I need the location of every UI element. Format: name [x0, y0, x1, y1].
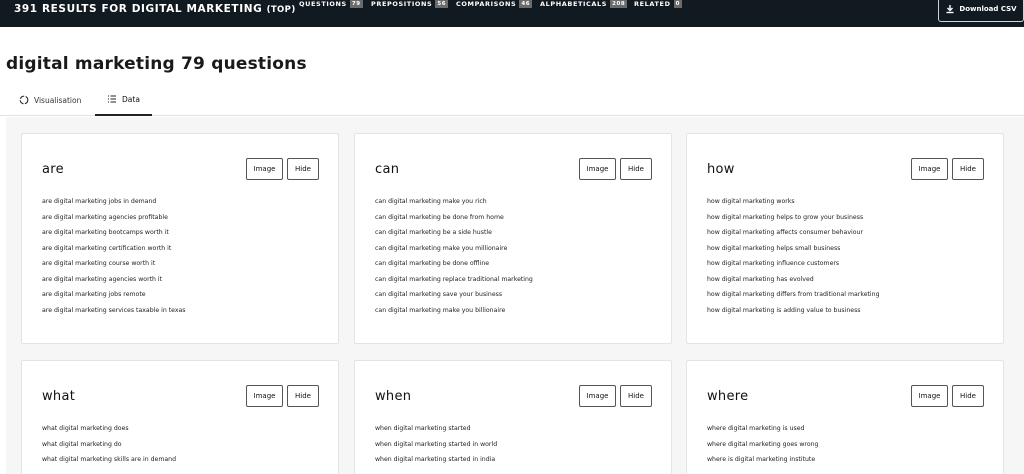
question-item[interactable]: where digital marketing goes wrong: [707, 441, 818, 457]
question-item[interactable]: are digital marketing course worth it: [42, 260, 186, 276]
image-button[interactable]: Image: [246, 158, 283, 180]
card-heading: what: [42, 389, 76, 404]
question-card-how: how Image Hide how digital marketing wor…: [686, 133, 1004, 344]
question-card-can: can Image Hide can digital marketing mak…: [354, 133, 672, 344]
question-item[interactable]: where is digital marketing institute: [707, 456, 818, 472]
question-list: are digital marketing jobs in demand are…: [42, 198, 186, 322]
results-text: 391 RESULTS FOR DIGITAL MARKETING: [14, 3, 263, 15]
question-item[interactable]: can digital marketing make you billionai…: [375, 307, 533, 323]
question-item[interactable]: what digital marketing does: [42, 425, 176, 441]
question-item[interactable]: can digital marketing be a side hustle: [375, 229, 533, 245]
question-item[interactable]: can digital marketing be done from home: [375, 214, 533, 230]
hide-button[interactable]: Hide: [952, 158, 984, 180]
results-suffix: (TOP): [266, 5, 296, 15]
question-list: can digital marketing make you rich can …: [375, 198, 533, 322]
image-button[interactable]: Image: [579, 158, 616, 180]
download-icon: [946, 5, 954, 14]
question-item[interactable]: are digital marketing agencies profitabl…: [42, 214, 186, 230]
nav-tab-alphabeticals[interactable]: ALPHABETICALS 208: [540, 0, 628, 8]
question-list: what digital marketing does what digital…: [42, 425, 176, 472]
hide-button[interactable]: Hide: [952, 385, 984, 407]
nav-tab-label: PREPOSITIONS: [371, 0, 433, 8]
question-item[interactable]: how digital marketing influence customer…: [707, 260, 880, 276]
circle-chart-icon: [19, 95, 29, 105]
question-item[interactable]: can digital marketing be done offline: [375, 260, 533, 276]
question-item[interactable]: when digital marketing started in india: [375, 456, 497, 472]
question-item[interactable]: are digital marketing services taxable i…: [42, 307, 186, 323]
question-item[interactable]: can digital marketing make you rich: [375, 198, 533, 214]
tab-data-label: Data: [122, 94, 140, 104]
question-item[interactable]: what digital marketing skills are in dem…: [42, 456, 176, 472]
question-item[interactable]: how digital marketing has evolved: [707, 276, 880, 292]
hide-button[interactable]: Hide: [620, 158, 652, 180]
nav-tab-questions[interactable]: QUESTIONS 79: [299, 0, 363, 8]
card-heading: how: [707, 162, 735, 177]
view-tabs: Visualisation Data: [0, 84, 1024, 116]
question-item[interactable]: are digital marketing jobs remote: [42, 291, 186, 307]
download-csv-label: Download CSV: [959, 5, 1017, 13]
image-button[interactable]: Image: [579, 385, 616, 407]
tab-visualisation[interactable]: Visualisation: [19, 84, 81, 116]
card-heading: where: [707, 389, 749, 404]
nav-tab-comparisons[interactable]: COMPARISONS 46: [456, 0, 533, 8]
hide-button[interactable]: Hide: [287, 385, 319, 407]
tab-visualisation-label: Visualisation: [34, 95, 82, 105]
question-item[interactable]: can digital marketing replace traditiona…: [375, 276, 533, 292]
nav-tab-prepositions[interactable]: PREPOSITIONS 56: [371, 0, 449, 8]
page-title: digital marketing 79 questions: [6, 54, 307, 74]
question-card-where: where Image Hide where digital marketing…: [686, 360, 1004, 474]
question-item[interactable]: how digital marketing helps small busine…: [707, 245, 880, 261]
nav-tab-count: 46: [519, 0, 533, 8]
results-summary: 391 RESULTS FOR DIGITAL MARKETING (TOP): [14, 3, 296, 15]
nav-tab-label: RELATED: [634, 0, 671, 8]
hide-button[interactable]: Hide: [287, 158, 319, 180]
hide-button[interactable]: Hide: [620, 385, 652, 407]
question-item[interactable]: how digital marketing is adding value to…: [707, 307, 880, 323]
top-bar: 391 RESULTS FOR DIGITAL MARKETING (TOP) …: [0, 0, 1024, 27]
nav-tab-label: COMPARISONS: [456, 0, 517, 8]
question-item[interactable]: can digital marketing save your business: [375, 291, 533, 307]
question-item[interactable]: how digital marketing differs from tradi…: [707, 291, 880, 307]
card-heading: are: [42, 162, 64, 177]
question-list: where digital marketing is used where di…: [707, 425, 818, 472]
nav-tab-label: QUESTIONS: [299, 0, 347, 8]
question-item[interactable]: when digital marketing started: [375, 425, 497, 441]
nav-tab-count: 56: [435, 0, 449, 8]
question-item[interactable]: are digital marketing bootcamps worth it: [42, 229, 186, 245]
nav-tab-count: 79: [349, 0, 363, 8]
download-csv-button[interactable]: Download CSV: [938, 0, 1024, 22]
question-list: how digital marketing works how digital …: [707, 198, 880, 322]
card-heading: can: [375, 162, 400, 177]
image-button[interactable]: Image: [246, 385, 283, 407]
list-icon: [108, 95, 117, 103]
question-item[interactable]: are digital marketing certification wort…: [42, 245, 186, 261]
question-item[interactable]: where digital marketing is used: [707, 425, 818, 441]
question-item[interactable]: how digital marketing affects consumer b…: [707, 229, 880, 245]
card-heading: when: [375, 389, 412, 404]
question-item[interactable]: can digital marketing make you millionai…: [375, 245, 533, 261]
question-item[interactable]: when digital marketing started in world: [375, 441, 497, 457]
tab-data[interactable]: Data: [95, 84, 152, 116]
image-button[interactable]: Image: [911, 385, 948, 407]
nav-tab-label: ALPHABETICALS: [540, 0, 608, 8]
question-card-what: what Image Hide what digital marketing d…: [21, 360, 339, 474]
nav-tab-count: 208: [610, 0, 628, 8]
question-item[interactable]: how digital marketing helps to grow your…: [707, 214, 880, 230]
question-item[interactable]: are digital marketing jobs in demand: [42, 198, 186, 214]
question-item[interactable]: what digital marketing do: [42, 441, 176, 457]
question-card-are: are Image Hide are digital marketing job…: [21, 133, 339, 344]
image-button[interactable]: Image: [911, 158, 948, 180]
question-list: when digital marketing started when digi…: [375, 425, 497, 472]
nav-tab-count: 0: [673, 0, 683, 8]
question-item[interactable]: are digital marketing agencies worth it: [42, 276, 186, 292]
question-item[interactable]: how digital marketing works: [707, 198, 880, 214]
question-card-when: when Image Hide when digital marketing s…: [354, 360, 672, 474]
nav-tab-related[interactable]: RELATED 0: [634, 0, 683, 8]
